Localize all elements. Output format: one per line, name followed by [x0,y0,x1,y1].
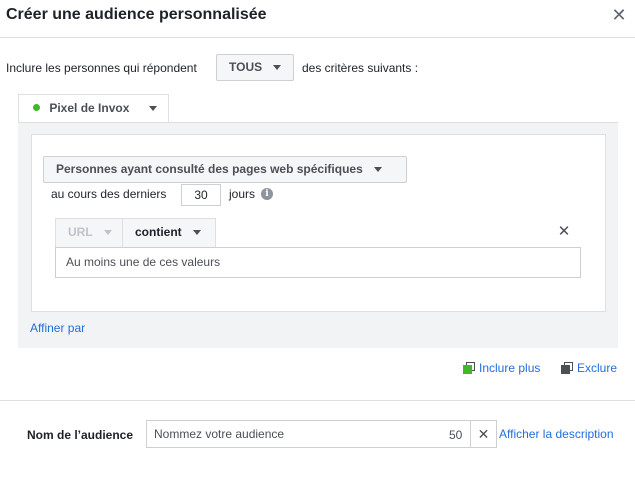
divider [0,400,635,401]
dialog-header: Créer une audience personnalisée ✕ [0,0,635,38]
clear-name-icon[interactable]: ✕ [470,420,497,448]
event-type-value: Personnes ayant consulté des pages web s… [56,162,363,176]
include-more-label: Inclure plus [479,361,541,375]
days-suffix: jours [229,187,256,201]
pixel-source-label: Pixel de Invox [49,101,130,115]
dialog-title: Créer une audience personnalisée [6,6,267,23]
char-count: 50 [449,428,463,442]
retention-days-input[interactable] [181,184,221,206]
remove-rule-icon[interactable]: ✕ [557,224,571,239]
include-prefix: Inclure les personnes qui répondent [6,61,197,75]
caret-down-icon [103,230,112,236]
caret-down-icon [374,167,383,173]
audience-name-label: Nom de l’audience [27,428,134,442]
exclude-button[interactable]: Exclure [561,361,617,375]
caret-down-icon [148,106,157,112]
audience-name-input[interactable]: Nommez votre audience [146,420,472,448]
status-dot-icon [33,104,40,112]
info-icon[interactable]: i [261,188,273,200]
close-icon[interactable]: ✕ [610,6,628,24]
match-selector-value: TOUS [229,60,263,74]
show-description-link[interactable]: Afficher la description [499,427,614,441]
include-copy-icon [463,361,475,374]
include-suffix: des critères suivants : [302,61,419,75]
caret-down-icon [193,230,202,236]
field-dropdown: URL [55,218,123,247]
days-prefix: au cours des derniers [51,187,167,201]
refine-link[interactable]: Affiner par [30,321,85,335]
values-input[interactable]: Au moins une de ces valeurs [55,247,581,278]
field-value: URL [68,225,93,239]
operator-value: contient [135,225,182,239]
include-more-button[interactable]: Inclure plus [463,361,540,375]
exclude-label: Exclure [577,361,618,375]
caret-down-icon [273,65,282,71]
pixel-source-dropdown[interactable]: Pixel de Invox [18,94,169,122]
match-selector-dropdown[interactable]: TOUS [216,54,294,81]
event-type-dropdown[interactable]: Personnes ayant consulté des pages web s… [43,156,407,183]
exclude-copy-icon [561,361,573,374]
operator-dropdown[interactable]: contient [122,218,216,247]
